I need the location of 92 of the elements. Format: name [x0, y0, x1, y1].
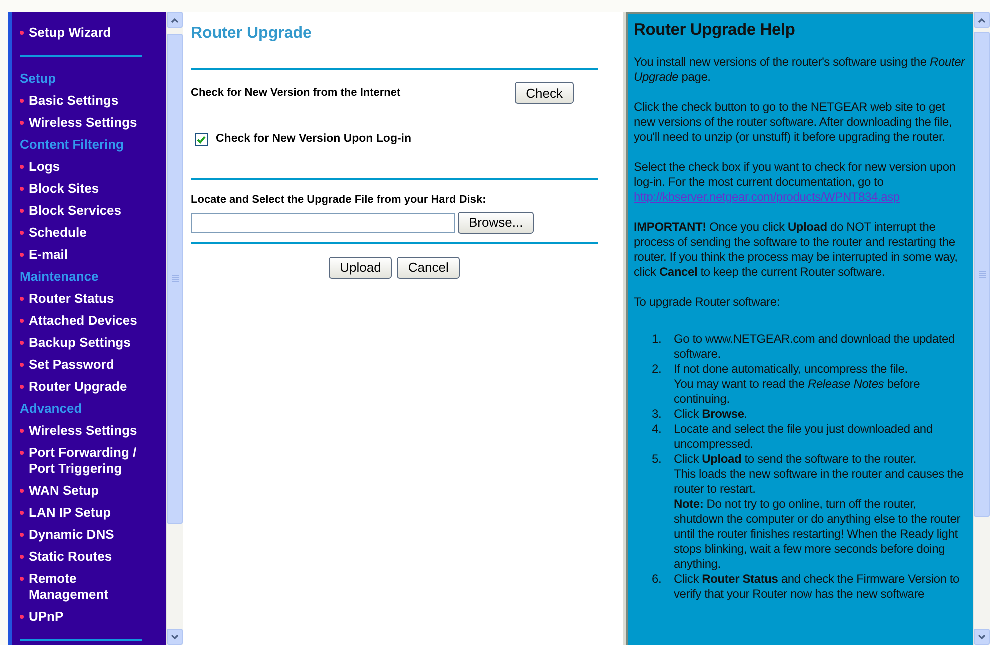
step-text: If not done automatically, uncompress the file.: [674, 362, 909, 377]
grip-icon: [978, 270, 986, 278]
bullet-icon: [20, 363, 24, 367]
scroll-thumb[interactable]: [974, 32, 990, 517]
step-text: Click Router Status and check the Firmware Version to verify that your Router now has the new software: [674, 572, 961, 602]
caret-down-icon: [978, 634, 986, 640]
nav-section-heading: Setup: [20, 70, 58, 88]
nav-link[interactable]: Wireless Settings: [29, 115, 151, 131]
step-number: 3.: [652, 407, 663, 422]
step-text: Locate and select the file you just downloaded and uncompressed.: [674, 422, 934, 452]
step-number: 6.: [652, 572, 663, 588]
checkbox[interactable]: [195, 133, 208, 146]
bullet-icon: [20, 31, 24, 35]
help-paragraph: Select the check box if you want to check for new version upon log-in. For the most current documentation, go to: [634, 160, 957, 190]
bullet-icon: [20, 121, 24, 125]
step-number: 2.: [652, 362, 663, 378]
check-label: Check for New Version from the Internet: [191, 86, 401, 101]
bullet-icon: [20, 231, 24, 235]
file-label: Locate and Select the Upgrade File from your Hard Disk:: [191, 193, 488, 208]
bullet-icon: [20, 489, 24, 493]
scrollbar[interactable]: [166, 12, 183, 645]
scroll-down-button[interactable]: [167, 629, 183, 645]
bullet-icon: [20, 209, 24, 213]
checkmark-icon: [197, 136, 206, 144]
bullet-icon: [20, 165, 24, 169]
step-number: 5.: [652, 452, 663, 468]
help-paragraph: Click the check button to go to the NETGEAR web site to get new versions of the router software. After downloading the file, you'll need to unzip (or unstuff) it before upgrading the router.: [634, 100, 954, 145]
step-number: 1.: [652, 332, 663, 348]
nav-section-heading: Advanced: [20, 400, 84, 418]
nav-link[interactable]: Basic Settings: [29, 93, 151, 109]
nav-link[interactable]: Remote Management: [29, 571, 151, 603]
bullet-icon: [20, 451, 24, 455]
step-text: Note: Do not try to go online, turn off the router, shutdown the computer or do anything else to the router until the router finishes restarting! When the Ready light stops blinking, wait a few more seconds before doing anything.: [674, 497, 962, 572]
nav-link[interactable]: UPnP: [29, 609, 151, 625]
form-button[interactable]: Upload: [329, 256, 392, 279]
step-text: Go to www.NETGEAR.com and download the updated software.: [674, 332, 956, 362]
nav-link[interactable]: Backup Settings: [29, 335, 151, 351]
bullet-icon: [20, 187, 24, 191]
bullet-icon: [20, 253, 24, 257]
scroll-thumb[interactable]: [167, 34, 183, 524]
help-title: Router Upgrade Help: [634, 23, 796, 38]
form-button[interactable]: Cancel: [397, 256, 460, 279]
step-text: Click Upload to send the software to the router.: [674, 452, 918, 467]
nav-link[interactable]: Attached Devices: [29, 313, 151, 329]
nav-link[interactable]: E-mail: [29, 247, 151, 263]
nav-link[interactable]: Block Services: [29, 203, 151, 219]
nav-link[interactable]: Router Upgrade: [29, 379, 151, 395]
scroll-up-button[interactable]: [974, 12, 990, 28]
help-paragraph: You install new versions of the router's software using the Router Upgrade page.: [634, 55, 966, 85]
nav-link[interactable]: Schedule: [29, 225, 151, 241]
scrollbar[interactable]: [973, 12, 990, 645]
file-path-field[interactable]: [191, 212, 455, 233]
bullet-icon: [20, 99, 24, 103]
nav-link[interactable]: Setup Wizard: [29, 25, 151, 41]
step-text: Click Browse.: [674, 407, 748, 422]
bullet-icon: [20, 555, 24, 559]
bullet-icon: [20, 341, 24, 345]
bullet-icon: [20, 533, 24, 537]
help-paragraph: IMPORTANT! Once you click Upload do NOT interrupt the process of sending the software to the router and restarting the router. If you think the process may be interrupted in some way, click Cancel to keep the current Router software.: [634, 220, 959, 280]
step-number: 4.: [652, 422, 663, 438]
nav-link[interactable]: Wireless Settings: [29, 423, 151, 439]
nav-link[interactable]: LAN IP Setup: [29, 505, 151, 521]
bullet-icon: [20, 615, 24, 619]
caret-down-icon: [171, 634, 179, 640]
nav-link[interactable]: Block Sites: [29, 181, 151, 197]
caret-up-icon: [978, 18, 986, 22]
help-paragraph: To upgrade Router software:: [634, 295, 782, 310]
grip-icon: [172, 275, 178, 283]
bullet-icon: [20, 577, 24, 581]
bullet-icon: [20, 297, 24, 301]
step-text: You may want to read the Release Notes before continuing.: [674, 377, 922, 407]
nav-link[interactable]: Dynamic DNS: [29, 527, 151, 543]
bullet-icon: [20, 319, 24, 323]
check-button[interactable]: Check: [515, 82, 574, 104]
nav-section-heading: Maintenance: [20, 268, 100, 286]
bullet-icon: [20, 511, 24, 515]
nav-link[interactable]: Static Routes: [29, 549, 151, 565]
nav-link[interactable]: Router Status: [29, 291, 151, 307]
checkbox-label: Check for New Version Upon Log-in: [216, 132, 412, 147]
caret-up-icon: [171, 18, 179, 22]
nav-link[interactable]: Set Password: [29, 357, 151, 373]
scroll-up-button[interactable]: [167, 12, 183, 28]
scroll-down-button[interactable]: [974, 629, 990, 645]
nav-link[interactable]: Logs: [29, 159, 151, 175]
bullet-icon: [20, 385, 24, 389]
page-title: Router Upgrade: [191, 24, 313, 44]
browse-button[interactable]: Browse...: [458, 212, 534, 234]
bullet-icon: [20, 429, 24, 433]
nav-link[interactable]: Port Forwarding / Port Triggering: [29, 445, 151, 477]
step-text: This loads the new software in the router and causes the router to restart.: [674, 467, 965, 497]
nav-link[interactable]: WAN Setup: [29, 483, 151, 499]
nav-section-heading: Content Filtering: [20, 136, 125, 154]
